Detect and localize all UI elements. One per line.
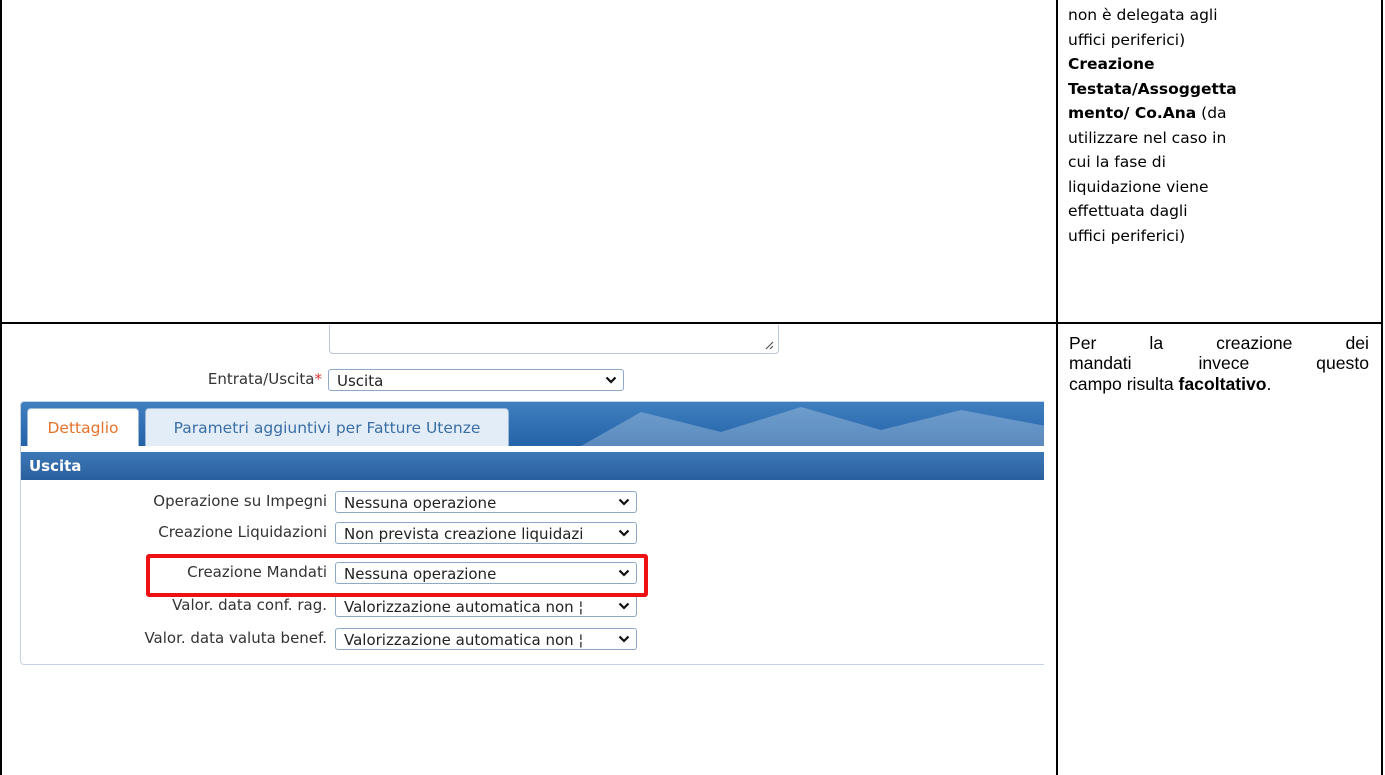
tab-bar-pattern: [581, 407, 1044, 446]
text-line: uffici periferici): [1068, 30, 1186, 49]
entrata-uscita-select[interactable]: Uscita: [328, 369, 624, 391]
chevron-down-icon: [618, 635, 630, 643]
valor-data-conf-rag-select[interactable]: Valorizzazione automatica non ¦: [335, 595, 637, 617]
table-row-divider: [0, 322, 1383, 324]
valor-data-valuta-benef-select[interactable]: Valorizzazione automatica non ¦: [335, 628, 637, 650]
chevron-down-icon: [618, 498, 630, 506]
operazione-impegni-select[interactable]: Nessuna operazione: [335, 491, 637, 513]
embedded-form-screenshot: Entrata/Uscita* Uscita Dettaglio Paramet…: [4, 325, 1044, 675]
resize-grip-icon[interactable]: [764, 340, 774, 350]
creazione-liquidazioni-select[interactable]: Non prevista creazione liquidazi: [335, 522, 637, 544]
chevron-down-icon: [618, 602, 630, 610]
text-line: mandati invece questo: [1069, 353, 1369, 374]
creazione-liquidazioni-label: Creazione Liquidazioni: [158, 523, 327, 541]
detail-panel: Dettaglio Parametri aggiuntivi per Fattu…: [20, 401, 1044, 665]
table-column-divider: [1056, 0, 1058, 775]
chevron-down-icon: [618, 529, 630, 537]
text-line: campo risulta facoltativo.: [1069, 373, 1272, 394]
tab-parametri-aggiuntivi[interactable]: Parametri aggiuntivi per Fatture Utenze: [145, 408, 509, 446]
tab-bar: Dettaglio Parametri aggiuntivi per Fattu…: [21, 402, 1044, 446]
right-top-cell-text: non è delegata agli uffici periferici) C…: [1068, 3, 1308, 248]
text-line: Creazione: [1068, 55, 1155, 73]
text-line: Per la creazione dei: [1069, 333, 1369, 353]
text-line: cui la fase di: [1068, 153, 1166, 171]
text-line: mento/ Co.Ana (da: [1068, 104, 1227, 122]
operazione-impegni-label: Operazione su Impegni: [153, 492, 327, 510]
valor-data-valuta-benef-label: Valor. data valuta benef.: [144, 629, 327, 647]
tab-dettaglio[interactable]: Dettaglio: [27, 408, 139, 446]
text-line: effettuata dagli: [1068, 202, 1188, 220]
text-line: utilizzare nel caso in: [1068, 128, 1227, 147]
notes-textarea[interactable]: [329, 325, 779, 354]
chevron-down-icon: [605, 376, 617, 384]
table-border-right: [1381, 0, 1383, 775]
right-bottom-cell-text: Per la creazione dei mandati invece questo ca…: [1069, 333, 1369, 394]
valor-data-conf-rag-label: Valor. data conf. rag.: [172, 596, 327, 614]
entrata-uscita-label: Entrata/Uscita*: [207, 370, 322, 388]
highlight-box: [146, 554, 648, 597]
text-line: non è delegata agli: [1068, 6, 1218, 24]
text-line: Testata/Assoggetta: [1068, 79, 1237, 98]
text-line: uffici periferici): [1068, 226, 1186, 245]
table-border-left: [0, 0, 2, 775]
section-title-uscita: Uscita: [21, 452, 1044, 480]
text-line: liquidazione viene: [1068, 177, 1209, 196]
